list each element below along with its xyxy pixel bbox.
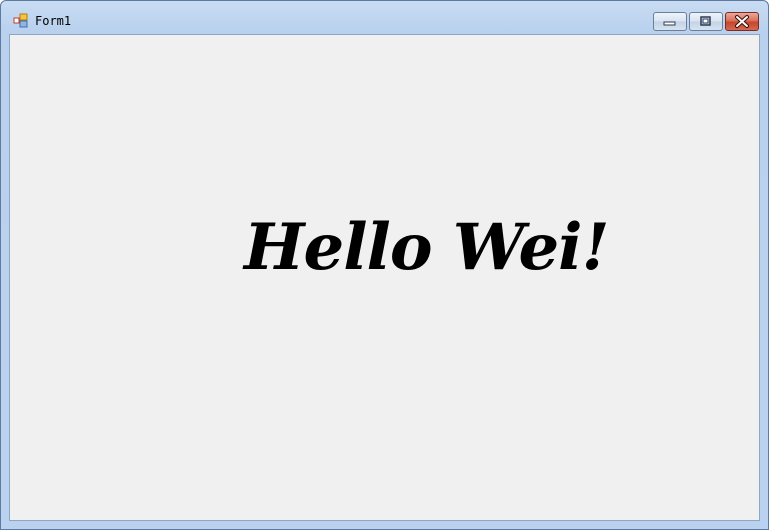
caption-buttons [653,12,759,31]
title-bar[interactable]: Form1 [1,1,768,34]
window-title: Form1 [35,14,72,28]
close-button[interactable] [725,12,759,31]
form-client-area: Hello Wei! [9,34,760,521]
hello-label: Hello Wei! [244,210,610,285]
winforms-app-icon [13,13,30,28]
minimize-button[interactable] [653,12,687,31]
maximize-button[interactable] [689,12,723,31]
form-window: Form1 Hello Wei! [0,0,769,530]
